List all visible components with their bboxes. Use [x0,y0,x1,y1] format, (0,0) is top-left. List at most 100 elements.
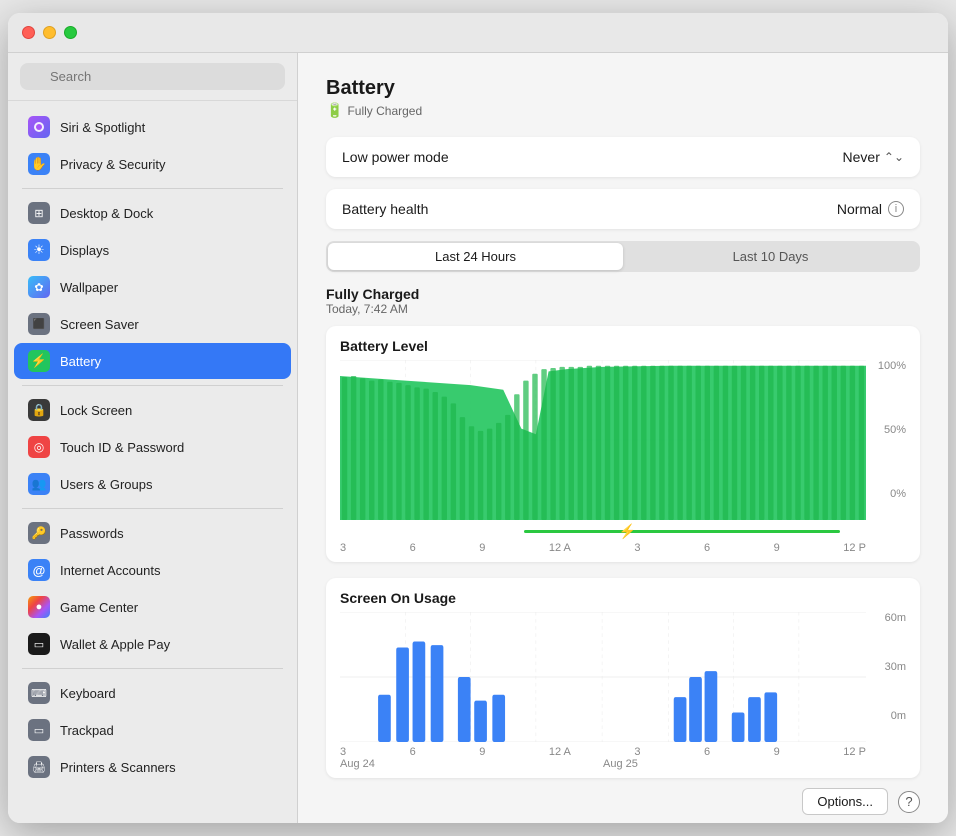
sidebar-item-lock-screen[interactable]: 🔒 Lock Screen [14,392,291,428]
game-center-icon: ● [28,596,50,618]
battery-health-label: Battery health [342,201,428,217]
sidebar-item-desktop-dock[interactable]: ⊞ Desktop & Dock [14,195,291,231]
tab-last-10d[interactable]: Last 10 Days [623,243,918,270]
minimize-button[interactable] [43,26,56,39]
low-power-value: Never [843,149,880,165]
low-power-label: Low power mode [342,149,449,165]
screensaver-icon: ⬛ [28,313,50,335]
sidebar-item-printers[interactable]: 🖨 Printers & Scanners [14,749,291,785]
info-icon[interactable]: i [888,201,904,217]
usage-y-0m: 0m [870,710,906,722]
date-labels: Aug 24 Aug 25 [340,758,906,770]
usage-y-labels: 60m 30m 0m [870,612,906,722]
time-range-tabs: Last 24 Hours Last 10 Days [326,241,920,272]
battery-x-labels: 3 6 9 12 A 3 6 9 12 P [340,542,906,554]
screen-usage-chart-area: 60m 30m 0m [340,612,906,742]
ux-3p: 3 [634,746,640,758]
help-button[interactable]: ? [898,791,920,813]
battery-chart-area: 100% 50% 0% [340,360,906,520]
trackpad-icon: ▭ [28,719,50,741]
battery-chart-svg [340,360,866,520]
ux-6: 6 [410,746,416,758]
internet-accounts-icon: @ [28,559,50,581]
sidebar-items-list: Siri & Spotlight ✋ Privacy & Security ⊞ … [8,101,297,794]
sidebar-item-screen-saver[interactable]: ⬛ Screen Saver [14,306,291,342]
sidebar-item-wallpaper[interactable]: ✿ Wallpaper [14,269,291,305]
wallpaper-icon: ✿ [28,276,50,298]
lock-icon: 🔒 [28,399,50,421]
options-button[interactable]: Options... [802,788,888,815]
sidebar-label-battery: Battery [60,354,101,369]
ux-12a: 12 A [549,746,571,758]
search-wrapper: ⌕ [20,63,285,90]
battery-health-value-wrapper: Normal i [837,201,904,217]
y-label-0: 0% [870,488,906,500]
panel-subtitle: 🔋 Fully Charged [326,102,920,119]
low-power-mode-row: Low power mode Never ⌃⌄ [326,137,920,177]
sidebar-label-lock: Lock Screen [60,403,132,418]
ux-6p: 6 [704,746,710,758]
charged-info: Fully Charged Today, 7:42 AM [326,286,920,326]
close-button[interactable] [22,26,35,39]
sidebar-label-siri: Siri & Spotlight [60,120,145,135]
battery-health-value: Normal [837,201,882,217]
page-title: Battery [326,77,920,100]
sidebar-label-displays: Displays [60,243,109,258]
battery-chart-container: Battery Level [326,326,920,562]
main-window: ⌕ Siri & Spotlight ✋ Privacy & Security [8,13,948,823]
charging-indicator: ⚡ [340,524,866,538]
touch-id-icon: ◎ [28,436,50,458]
divider-2 [22,385,283,386]
search-input[interactable] [20,63,285,90]
screen-usage-title: Screen On Usage [340,590,906,606]
x-label-12a: 12 A [549,542,571,554]
battery-status-icon: 🔋 [326,102,343,119]
fully-charged-label: Fully Charged [326,286,920,302]
usage-chart-svg [340,612,866,742]
sidebar-item-privacy-security[interactable]: ✋ Privacy & Security [14,146,291,182]
x-label-6p: 6 [704,542,710,554]
fullscreen-button[interactable] [64,26,77,39]
sidebar-item-wallet[interactable]: ▭ Wallet & Apple Pay [14,626,291,662]
sidebar-item-siri-spotlight[interactable]: Siri & Spotlight [14,109,291,145]
subtitle-text: Fully Charged [347,104,422,118]
displays-icon: ☀ [28,239,50,261]
date-aug25: Aug 25 [603,758,761,770]
sidebar-label-desktop: Desktop & Dock [60,206,153,221]
sidebar-item-touch-id[interactable]: ◎ Touch ID & Password [14,429,291,465]
battery-svg-wrapper [340,360,866,520]
sidebar-item-battery[interactable]: ⚡ Battery [14,343,291,379]
x-label-12p: 12 P [843,542,866,554]
sidebar: ⌕ Siri & Spotlight ✋ Privacy & Security [8,53,298,823]
sidebar-item-passwords[interactable]: 🔑 Passwords [14,515,291,551]
battery-level-title: Battery Level [340,338,906,354]
printers-icon: 🖨 [28,756,50,778]
usage-y-30m: 30m [870,661,906,673]
sidebar-item-keyboard[interactable]: ⌨ Keyboard [14,675,291,711]
sidebar-item-game-center[interactable]: ● Game Center [14,589,291,625]
ux-9p: 9 [774,746,780,758]
sidebar-label-privacy: Privacy & Security [60,157,165,172]
sidebar-item-trackpad[interactable]: ▭ Trackpad [14,712,291,748]
sidebar-label-wallet: Wallet & Apple Pay [60,637,170,652]
search-container: ⌕ [8,53,297,101]
x-label-9p: 9 [774,542,780,554]
tab-last-24h[interactable]: Last 24 Hours [328,243,623,270]
desktop-icon: ⊞ [28,202,50,224]
sidebar-item-internet-accounts[interactable]: @ Internet Accounts [14,552,291,588]
sidebar-label-passwords: Passwords [60,526,124,541]
sidebar-item-users-groups[interactable]: 👥 Users & Groups [14,466,291,502]
panel-header: Battery 🔋 Fully Charged [326,77,920,137]
sidebar-item-displays[interactable]: ☀ Displays [14,232,291,268]
bottom-bar: Options... ? [326,778,920,815]
low-power-value-wrapper[interactable]: Never ⌃⌄ [843,149,904,165]
sidebar-label-screensaver: Screen Saver [60,317,139,332]
passwords-icon: 🔑 [28,522,50,544]
usage-x-labels: 3 6 9 12 A 3 6 9 12 P [340,746,906,758]
sidebar-label-touch-id: Touch ID & Password [60,440,184,455]
sidebar-label-game: Game Center [60,600,138,615]
x-label-3a: 3 [340,542,346,554]
divider-3 [22,508,283,509]
siri-icon [28,116,50,138]
x-label-6a: 6 [410,542,416,554]
